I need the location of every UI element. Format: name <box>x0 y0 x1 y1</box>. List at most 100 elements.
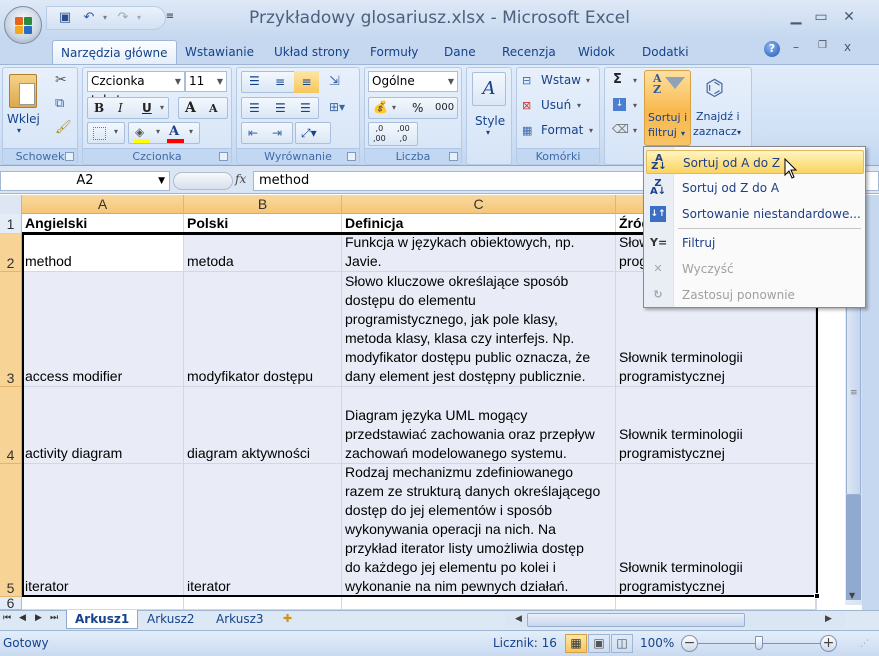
cell-d5[interactable]: Słownik terminologii programistycznej <box>616 464 816 597</box>
scroll-left-icon[interactable]: ◀ <box>515 614 522 624</box>
scroll-right-icon[interactable]: ▶ <box>825 614 832 624</box>
currency-icon[interactable]: 💰 <box>373 100 388 114</box>
next-sheet-icon[interactable]: ▶ <box>35 613 42 623</box>
insert-function-button[interactable]: fx <box>235 172 253 186</box>
zoom-slider-thumb[interactable] <box>755 636 763 650</box>
styles-dropdown-icon[interactable]: ▾ <box>486 128 490 137</box>
office-button[interactable] <box>4 6 42 44</box>
increase-indent-icon[interactable]: ⇥ <box>272 126 282 140</box>
column-header-c[interactable]: C <box>342 195 616 214</box>
align-right-icon[interactable]: ☰ <box>300 101 311 115</box>
first-sheet-icon[interactable]: ⏮ <box>3 613 11 623</box>
close-button[interactable]: ✕ <box>838 8 860 26</box>
zoom-in-button[interactable]: + <box>820 635 837 652</box>
tab-home[interactable]: Narzędzia główne <box>52 40 177 65</box>
font-color-dropdown-icon[interactable]: ▾ <box>189 127 193 136</box>
paste-icon[interactable] <box>9 74 37 108</box>
wrap-text-icon[interactable]: ⇲ <box>329 74 340 89</box>
workbook-close-button[interactable]: x <box>844 40 851 54</box>
decrease-decimal-button[interactable]: ,00 ,0 <box>397 124 410 144</box>
increase-decimal-button[interactable]: ,0 ,00 <box>373 124 386 144</box>
thousands-button[interactable]: 000 <box>435 102 454 113</box>
last-sheet-icon[interactable]: ⏭ <box>50 613 58 623</box>
grow-font-button[interactable]: A <box>185 100 196 116</box>
cell-a4[interactable]: activity diagram <box>22 387 184 464</box>
align-middle-icon[interactable]: ≡ <box>275 75 285 89</box>
zoom-out-button[interactable]: − <box>681 635 698 652</box>
align-top-icon[interactable]: ☰ <box>249 74 260 88</box>
cell-a6[interactable] <box>22 597 184 610</box>
italic-button[interactable]: I <box>118 101 123 115</box>
alignment-dialog-launcher[interactable] <box>347 152 356 161</box>
font-color-button[interactable]: A <box>169 124 179 139</box>
align-bottom-icon[interactable]: ≡ <box>294 71 319 93</box>
cell-b2[interactable]: metoda <box>184 235 342 272</box>
decrease-indent-icon[interactable]: ⇤ <box>248 126 258 140</box>
insert-sheet-icon[interactable]: ✚ <box>283 612 292 625</box>
cell-b1[interactable]: Polski <box>184 214 342 234</box>
shrink-font-button[interactable]: A <box>209 102 218 115</box>
underline-dropdown-icon[interactable]: ▾ <box>160 103 164 112</box>
cell-a1[interactable]: Angielski <box>22 214 184 234</box>
cell-a3[interactable]: access modifier <box>22 272 184 387</box>
orientation-button[interactable]: ⤢▾ <box>295 122 331 144</box>
vertical-scroll-track[interactable] <box>846 495 861 600</box>
sheet-tab-arkusz2[interactable]: Arkusz2 <box>139 610 203 629</box>
bold-button[interactable]: B <box>94 101 104 115</box>
page-break-view-button[interactable]: ◫ <box>611 634 633 653</box>
fill-handle[interactable] <box>814 593 820 599</box>
tab-insert[interactable]: Wstawianie <box>177 40 262 65</box>
row-header-1[interactable]: 1 <box>0 214 22 234</box>
maximize-button[interactable]: ▭ <box>810 8 832 26</box>
minimize-button[interactable]: ▁ <box>785 8 807 26</box>
tab-review[interactable]: Recenzja <box>494 40 564 65</box>
merge-center-icon[interactable]: ⊞▾ <box>329 100 345 114</box>
cell-b4[interactable]: diagram aktywności <box>184 387 342 464</box>
number-dialog-launcher[interactable] <box>449 152 458 161</box>
select-all-button[interactable] <box>0 195 22 214</box>
sheet-tab-arkusz1[interactable]: Arkusz1 <box>66 610 139 629</box>
borders-button[interactable]: ▾ <box>87 122 125 144</box>
tab-formulas[interactable]: Formuły <box>362 40 426 65</box>
cell-b6[interactable] <box>184 597 342 610</box>
paste-dropdown-icon[interactable]: ▾ <box>17 126 21 135</box>
formula-bar-resize-handle[interactable] <box>173 172 233 190</box>
clear-dropdown-icon[interactable]: ▾ <box>633 126 637 135</box>
clear-icon[interactable]: ⌫ <box>612 122 629 136</box>
row-header-4[interactable]: 4 <box>0 387 22 464</box>
tab-view[interactable]: Widok <box>570 40 623 65</box>
format-painter-icon[interactable]: 🖌 <box>55 120 72 135</box>
normal-view-button[interactable]: ▦ <box>565 634 587 653</box>
ribbon-restore-button[interactable]: ❐ <box>818 40 827 51</box>
row-header-2[interactable]: 2 <box>0 234 22 272</box>
align-center-icon[interactable]: ☰ <box>275 101 286 115</box>
styles-icon[interactable]: A <box>472 72 506 106</box>
cell-b5[interactable]: iterator <box>184 464 342 597</box>
name-box[interactable]: A2 ▼ <box>0 171 170 191</box>
page-layout-view-button[interactable]: ▣ <box>588 634 610 653</box>
column-header-a[interactable]: A <box>22 195 184 214</box>
cell-c5[interactable]: Rodzaj mechanizmu zdefiniowanego razem z… <box>342 464 616 597</box>
tab-addins[interactable]: Dodatki <box>634 40 697 65</box>
row-header-3[interactable]: 3 <box>0 272 22 387</box>
cell-c1[interactable]: Definicja <box>342 214 616 234</box>
font-name-select[interactable]: Czcionka tekstu▼ <box>87 71 185 107</box>
align-left-icon[interactable]: ☰ <box>249 101 260 115</box>
fill-dropdown-icon[interactable]: ▾ <box>633 101 637 110</box>
insert-cells-button[interactable]: Wstaw <box>541 73 581 87</box>
fill-dropdown-icon[interactable]: ▾ <box>156 127 160 136</box>
menu-item-sort-a-z[interactable]: A Z↓ Sortuj od A do Z <box>646 150 864 174</box>
percent-button[interactable]: % <box>412 101 423 115</box>
ribbon-minimize-button[interactable]: – <box>793 40 799 54</box>
vertical-scroll-thumb[interactable]: ≡ <box>846 295 861 495</box>
find-select-button[interactable]: Znajdź i <box>696 110 740 123</box>
currency-dropdown-icon[interactable]: ▾ <box>392 103 396 112</box>
fill-icon[interactable]: ↓ <box>613 98 626 111</box>
number-format-select[interactable]: Ogólne ▼ <box>368 71 458 92</box>
copy-icon[interactable]: ⧉ <box>55 96 64 111</box>
cell-c4[interactable]: Diagram języka UML mogący przedstawiać z… <box>342 387 616 464</box>
font-size-select[interactable]: 11 ▼ <box>185 71 227 92</box>
tab-data[interactable]: Dane <box>436 40 484 65</box>
cell-b3[interactable]: modyfikator dostępu <box>184 272 342 387</box>
clipboard-dialog-launcher[interactable] <box>65 152 74 161</box>
